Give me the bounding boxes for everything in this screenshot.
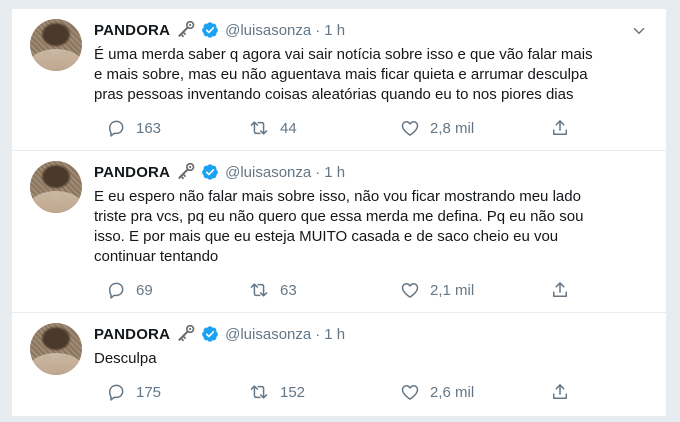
like-count: 2,1 mil (430, 281, 475, 299)
avatar[interactable] (30, 19, 82, 71)
tweet-timestamp[interactable]: 1 h (324, 164, 345, 181)
avatar[interactable] (30, 323, 82, 375)
tweet-text: E eu espero não falar mais sobre isso, n… (94, 187, 654, 267)
reply-button[interactable]: 69 (106, 280, 153, 300)
retweet-icon (248, 118, 270, 138)
tweet-text-line: isso. E por mais que eu esteja MUITO cas… (94, 228, 559, 245)
verified-badge-icon (201, 325, 219, 343)
user-handle[interactable]: @luisasonza (225, 326, 311, 343)
tweet-text: É uma merda saber q agora vai sair notíc… (94, 45, 654, 105)
verified-badge-icon (201, 163, 219, 181)
reply-count: 69 (136, 281, 153, 299)
user-handle[interactable]: @luisasonza (225, 164, 311, 181)
retweet-button[interactable]: 63 (248, 280, 297, 300)
tweet[interactable]: PANDORA @luisasonza · 1 h É uma merda sa… (12, 9, 666, 151)
separator-dot: · (315, 325, 321, 343)
like-button[interactable]: 2,6 mil (400, 382, 474, 402)
key-icon (176, 20, 196, 40)
retweet-button[interactable]: 152 (248, 382, 305, 402)
separator-dot: · (315, 21, 321, 39)
tweet-timestamp[interactable]: 1 h (324, 22, 345, 39)
like-icon (400, 280, 420, 300)
tweet-actions: 163 44 2,8 mil (94, 118, 574, 138)
tweet-text-line: e mais sobre, mas eu não aguentava mais … (94, 66, 588, 83)
tweet[interactable]: PANDORA @luisasonza · 1 h E eu espero nã… (12, 151, 666, 313)
display-name[interactable]: PANDORA (94, 22, 170, 39)
reply-button[interactable]: 175 (106, 382, 161, 402)
reply-icon (106, 382, 126, 402)
tweet-text-line: pras pessoas inventando coisas aleatória… (94, 86, 574, 103)
like-count: 2,8 mil (430, 119, 475, 137)
tweet-actions: 69 63 2,1 mil (94, 280, 574, 300)
tweet-header: PANDORA @luisasonza · 1 h (94, 20, 345, 40)
reply-button[interactable]: 163 (106, 118, 161, 138)
tweet-text-line: triste pra vcs, pq eu não quero que essa… (94, 208, 584, 225)
reply-icon (106, 118, 126, 138)
retweet-count: 63 (280, 281, 297, 299)
reply-icon (106, 280, 126, 300)
separator-dot: · (315, 163, 321, 181)
key-icon (176, 324, 196, 344)
retweet-icon (248, 280, 270, 300)
reply-count: 175 (136, 383, 162, 401)
reply-count: 163 (136, 119, 162, 137)
share-button[interactable] (550, 280, 570, 300)
display-name[interactable]: PANDORA (94, 326, 170, 343)
share-button[interactable] (550, 118, 570, 138)
share-icon (550, 280, 570, 300)
tweet-actions: 175 152 2,6 mil (94, 382, 574, 402)
retweet-button[interactable]: 44 (248, 118, 297, 138)
like-button[interactable]: 2,1 mil (400, 280, 474, 300)
verified-badge-icon (201, 21, 219, 39)
like-icon (400, 382, 420, 402)
tweet-timestamp[interactable]: 1 h (324, 326, 345, 343)
avatar[interactable] (30, 161, 82, 213)
share-button[interactable] (550, 382, 570, 402)
tweet-text-line: E eu espero não falar mais sobre isso, n… (94, 188, 581, 205)
tweet-header: PANDORA @luisasonza · 1 h (94, 324, 345, 344)
key-icon (176, 162, 196, 182)
like-button[interactable]: 2,8 mil (400, 118, 474, 138)
share-icon (550, 118, 570, 138)
display-name[interactable]: PANDORA (94, 164, 170, 181)
like-count: 2,6 mil (430, 383, 475, 401)
tweet[interactable]: PANDORA @luisasonza · 1 h Desculpa 175 1… (12, 313, 666, 416)
like-icon (400, 118, 420, 138)
chevron-down-icon[interactable] (630, 22, 648, 40)
user-handle[interactable]: @luisasonza (225, 22, 311, 39)
tweet-text-line: continuar tentando (94, 248, 219, 265)
tweet-feed: PANDORA @luisasonza · 1 h É uma merda sa… (12, 9, 666, 416)
retweet-count: 152 (280, 383, 306, 401)
tweet-text: Desculpa (94, 349, 654, 369)
retweet-icon (248, 382, 270, 402)
tweet-header: PANDORA @luisasonza · 1 h (94, 162, 345, 182)
share-icon (550, 382, 570, 402)
tweet-text-line: É uma merda saber q agora vai sair notíc… (94, 46, 593, 63)
retweet-count: 44 (280, 119, 297, 137)
tweet-text-line: Desculpa (94, 350, 157, 367)
